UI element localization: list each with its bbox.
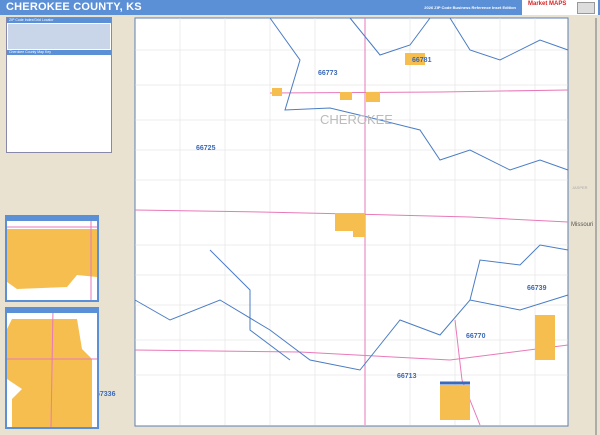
zip-table-title: ZIP Code Index/Grid Locator [7,18,111,23]
zip-label-66773: 66773 [318,70,338,77]
inset-map-columbus[interactable] [5,215,99,302]
brand-logo: Market MAPS [522,0,598,15]
map-subtitle: 2026 ZIP Code Business Reference Inset E… [424,5,516,10]
inset-title-bar [7,217,97,221]
county-label: CHEROKEE [320,112,393,127]
town-west-mineral [366,92,380,102]
town-scammon [340,92,352,100]
title-bar: CHEROKEE COUNTY, KS 2026 ZIP Code Busine… [0,0,600,15]
zip-index-table [8,24,110,49]
zip-label-66739: 66739 [527,285,547,292]
zip-label-66770: 66770 [466,333,486,340]
inset-title-bar [7,309,97,313]
legend-panel: ZIP Code Index/Grid Locator Cherokee Cou… [6,17,112,153]
neighbor-county-label: JASPER [572,185,588,190]
brand-name: Market MAPS [528,1,567,7]
state-label: Missouri [571,222,593,228]
map-title: CHEROKEE COUNTY, KS [6,1,142,13]
zip-label-66713: 66713 [397,373,417,380]
town-baxter-springs [440,385,470,420]
inset-columbus-drawing [7,217,97,300]
town-galena [535,315,555,360]
zip-label-66725: 66725 [196,145,216,152]
inset-pittsburg-drawing [7,309,97,427]
zip-label-66781: 66781 [412,57,432,64]
map-key-title: Cherokee County Map Key [7,50,111,55]
town-mccune-area [272,88,282,96]
edition-badge [577,2,595,14]
inset-map-pittsburg[interactable] [5,307,99,429]
